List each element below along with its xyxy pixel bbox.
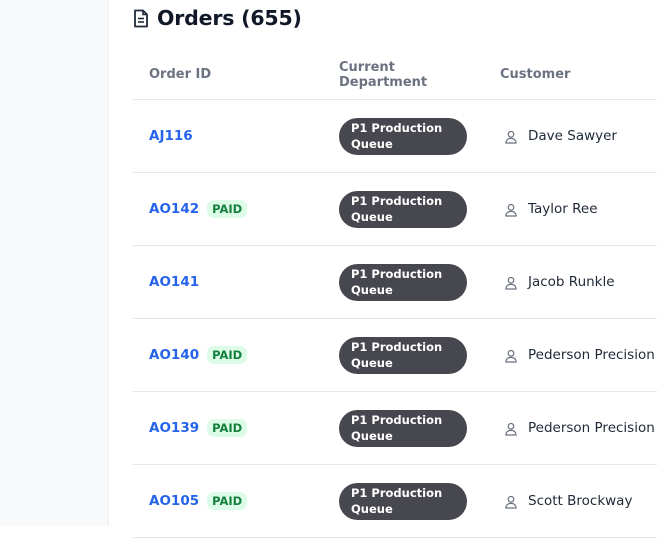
department-pill[interactable]: P1 Production Queue [339, 117, 467, 155]
department-pill[interactable]: P1 Production Queue [339, 263, 467, 301]
department-cell: P1 Production Queue [324, 409, 484, 447]
department-label-line2: Queue [351, 210, 393, 224]
table-row[interactable]: AO142 PAID P1 Production Queue Taylor Ree [133, 173, 657, 246]
order-id-cell: AO105 PAID [133, 492, 324, 510]
department-label-line1: P1 Production [351, 413, 443, 427]
header-order-id[interactable]: Order ID [133, 67, 324, 82]
main-content: Orders (655) Order ID Current Department… [109, 0, 657, 538]
customer-cell: Pederson Precision [484, 420, 657, 436]
department-label-line2: Queue [351, 356, 393, 370]
department-label-line1: P1 Production [351, 121, 443, 135]
department-pill[interactable]: P1 Production Queue [339, 409, 467, 447]
customer-cell: Taylor Ree [484, 201, 657, 217]
table-row[interactable]: AO141 P1 Production Queue Jacob Runkle [133, 246, 657, 319]
order-id-cell: AO139 PAID [133, 419, 324, 437]
department-label-line2: Queue [351, 283, 393, 297]
customer-cell: Scott Brockway [484, 493, 657, 509]
order-link[interactable]: AO142 [149, 201, 199, 217]
person-icon [504, 275, 518, 290]
table-row[interactable]: AO139 PAID P1 Production Queue Pederson Prec… [133, 392, 657, 465]
department-label-line1: P1 Production [351, 194, 443, 208]
department-label-line2: Queue [351, 137, 393, 151]
customer-name: Scott Brockway [528, 493, 633, 509]
person-icon [504, 494, 518, 509]
department-cell: P1 Production Queue [324, 336, 484, 374]
department-label-line2: Queue [351, 502, 393, 516]
orders-table: Order ID Current Department Customer AJ1… [133, 50, 657, 538]
department-cell: P1 Production Queue [324, 263, 484, 301]
page-header: Orders (655) [133, 4, 302, 32]
customer-cell: Pederson Precision [484, 347, 657, 363]
order-id-cell: AO142 PAID [133, 200, 324, 218]
table-header: Order ID Current Department Customer [133, 50, 657, 100]
header-customer[interactable]: Customer [484, 67, 657, 82]
table-row[interactable]: AO105 PAID P1 Production Queue Scott Brockwa… [133, 465, 657, 538]
order-link[interactable]: AO140 [149, 347, 199, 363]
person-icon [504, 348, 518, 363]
order-id-cell: AO140 PAID [133, 346, 324, 364]
department-cell: P1 Production Queue [324, 117, 484, 155]
customer-name: Pederson Precision [528, 347, 655, 363]
paid-badge: PAID [207, 346, 248, 364]
order-link[interactable]: AO139 [149, 420, 199, 436]
department-label-line1: P1 Production [351, 267, 443, 281]
order-link[interactable]: AO141 [149, 274, 199, 290]
paid-badge: PAID [207, 200, 248, 218]
table-body: AJ116 P1 Production Queue Dave Sawyer AO142 P… [133, 100, 657, 538]
paid-badge: PAID [207, 419, 248, 437]
department-label-line1: P1 Production [351, 486, 443, 500]
customer-name: Pederson Precision [528, 420, 655, 436]
customer-cell: Jacob Runkle [484, 274, 657, 290]
department-label-line2: Queue [351, 429, 393, 443]
table-row[interactable]: AO140 PAID P1 Production Queue Pederson Prec… [133, 319, 657, 392]
department-pill[interactable]: P1 Production Queue [339, 190, 467, 228]
paid-badge: PAID [207, 492, 248, 510]
department-cell: P1 Production Queue [324, 482, 484, 520]
person-icon [504, 202, 518, 217]
sidebar [0, 0, 109, 526]
order-id-cell: AO141 [133, 274, 324, 290]
department-pill[interactable]: P1 Production Queue [339, 482, 467, 520]
order-id-cell: AJ116 [133, 128, 324, 144]
customer-name: Dave Sawyer [528, 128, 617, 144]
customer-name: Taylor Ree [528, 201, 598, 217]
order-link[interactable]: AO105 [149, 493, 199, 509]
person-icon [504, 129, 518, 144]
person-icon [504, 421, 518, 436]
department-label-line1: P1 Production [351, 340, 443, 354]
customer-cell: Dave Sawyer [484, 128, 657, 144]
customer-name: Jacob Runkle [528, 274, 615, 290]
department-cell: P1 Production Queue [324, 190, 484, 228]
table-row[interactable]: AJ116 P1 Production Queue Dave Sawyer [133, 100, 657, 173]
department-pill[interactable]: P1 Production Queue [339, 336, 467, 374]
header-current-department[interactable]: Current Department [324, 60, 484, 90]
document-icon [133, 9, 149, 28]
page-title: Orders (655) [157, 6, 302, 30]
order-link[interactable]: AJ116 [149, 128, 193, 144]
